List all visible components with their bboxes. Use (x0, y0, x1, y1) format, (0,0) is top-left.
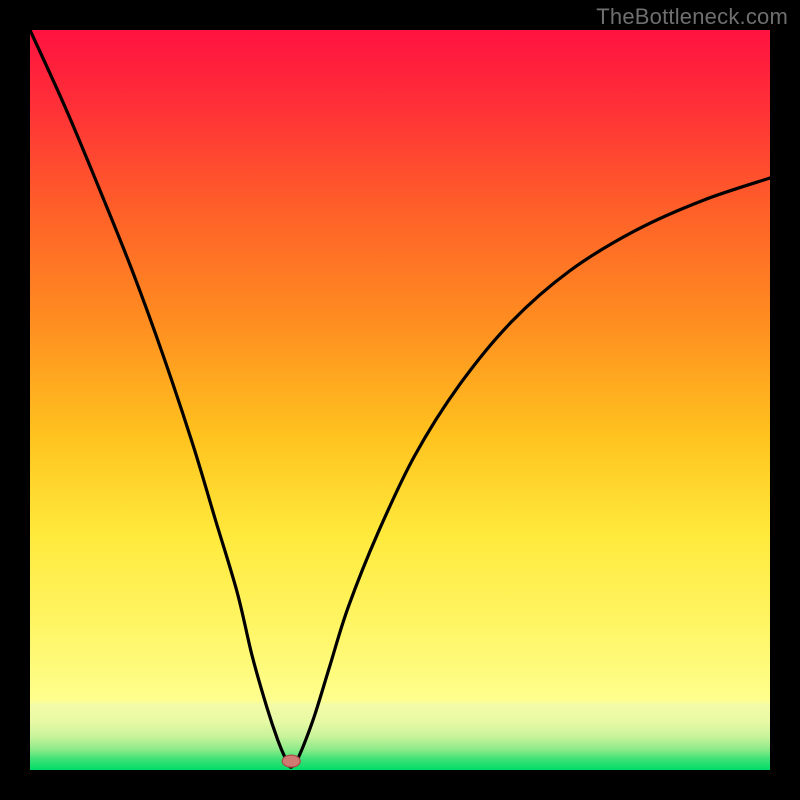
watermark-text: TheBottleneck.com (596, 4, 788, 30)
bottleneck-chart (0, 0, 800, 800)
plot-background (30, 30, 770, 770)
optimal-point-marker (282, 755, 300, 767)
chart-stage: TheBottleneck.com (0, 0, 800, 800)
